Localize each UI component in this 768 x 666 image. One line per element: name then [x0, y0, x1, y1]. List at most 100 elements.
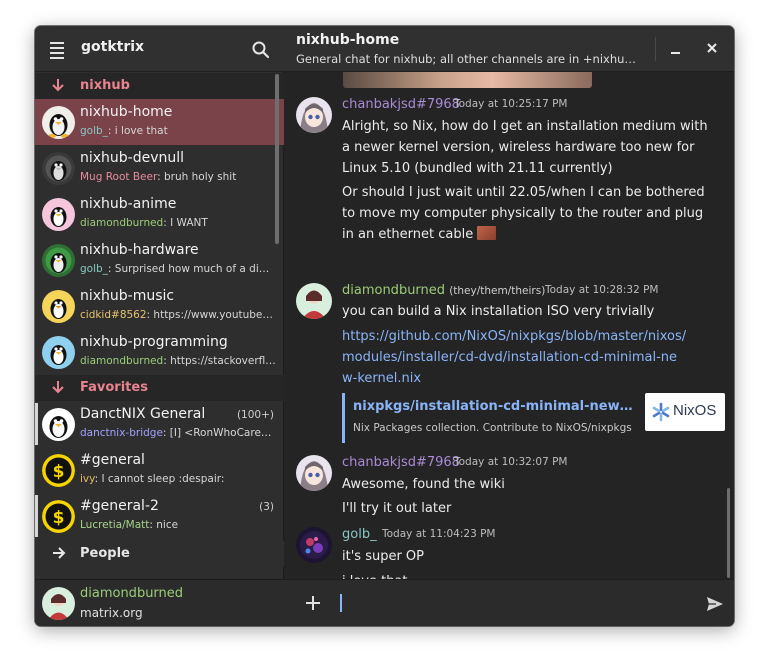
- message-sender: danctnix-bridge: [80, 427, 163, 439]
- message-body: you can build a Nix installation ISO ver…: [342, 304, 655, 319]
- nixos-logo: NixOS: [645, 393, 725, 431]
- room-name: DanctNIX General: [80, 406, 206, 422]
- message-body: Or should I just wait until 22.05/when I…: [342, 182, 712, 245]
- link-preview-card[interactable]: nixpkgs/installation-cd-minimal-new-kern…: [342, 393, 725, 443]
- user-avatar[interactable]: [296, 97, 332, 133]
- room-item-nixhub-home[interactable]: nixhub-home golb_: i love that: [35, 99, 284, 145]
- room-avatar: [42, 408, 75, 441]
- sender-name: diamondburned: [342, 283, 446, 298]
- hamburger-icon[interactable]: [47, 39, 69, 59]
- image-attachment[interactable]: [343, 72, 592, 88]
- user-avatar: [42, 587, 75, 620]
- message-link[interactable]: https://github.com/NixOS/nixpkgs/blob/ma…: [342, 326, 687, 389]
- message-timestamp: Today at 11:04:23 PM: [382, 528, 496, 540]
- room-item-nixhub-programming[interactable]: nixhub-programming diamondburned: https:…: [35, 329, 284, 375]
- app-title: gotktrix: [81, 39, 145, 55]
- room-name: nixhub-music: [80, 288, 175, 304]
- message-sender[interactable]: diamondburned (they/them/theirs): [342, 283, 545, 298]
- message-sender: diamondburned: [80, 355, 164, 367]
- message-sender: Mug Root Beer: [80, 171, 158, 183]
- user-avatar[interactable]: [296, 455, 332, 491]
- room-list: nixhub nixhub-home golb_: i love that ni…: [35, 73, 284, 578]
- link-preview-description: Nix Packages collection. Contribute to N…: [353, 422, 632, 434]
- user-avatar[interactable]: [296, 283, 332, 319]
- room-avatar: [42, 290, 75, 323]
- close-icon[interactable]: [702, 38, 722, 58]
- send-icon[interactable]: [705, 594, 725, 614]
- section-header-people[interactable]: People: [35, 541, 284, 567]
- message-text: : [I] <RonWhoCares> :): [162, 427, 276, 439]
- plus-icon[interactable]: [303, 593, 323, 613]
- room-name: nixhub-programming: [80, 334, 228, 350]
- room-last-message: danctnix-bridge: [I] <RonWhoCares> :): [80, 427, 276, 439]
- account-server: matrix.org: [80, 606, 143, 620]
- sender-pronouns: (they/them/theirs): [449, 285, 546, 297]
- room-item-nixhub-anime[interactable]: nixhub-anime diamondburned: I WANT: [35, 191, 284, 237]
- message-text: : https://stackoverflow.com/: [163, 355, 276, 367]
- room-item-nixhub-devnull[interactable]: nixhub-devnull Mug Root Beer: bruh holy …: [35, 145, 284, 191]
- room-last-message: diamondburned: I WANT: [80, 217, 276, 229]
- text-caret: [340, 594, 342, 612]
- unread-count: (100+): [236, 409, 274, 421]
- message-text: : https://www.youtube.com/watch: [146, 309, 276, 321]
- emoji-icon: [477, 226, 497, 240]
- room-header: nixhub-home General chat for nixhub; all…: [284, 26, 734, 72]
- section-header-favorites[interactable]: Favorites: [35, 375, 284, 401]
- section-label: People: [80, 546, 130, 561]
- room-item-nixhub-hardware[interactable]: nixhub-hardware golb_: Surprised how muc…: [35, 237, 284, 283]
- message-timestamp: Today at 10:32:07 PM: [454, 456, 568, 468]
- message-input[interactable]: [338, 590, 698, 616]
- message-sender: Lucretia/Matt: [80, 519, 150, 531]
- message-text: : bruh holy shit: [157, 171, 237, 183]
- room-item-nixhub-music[interactable]: nixhub-music cidkid#8562: https://www.yo…: [35, 283, 284, 329]
- message-body: Awesome, found the wiki: [342, 477, 505, 492]
- message-text: : nice: [149, 519, 179, 531]
- unread-count: (3): [259, 501, 274, 513]
- room-last-message: ivy: I cannot sleep :despair:: [80, 473, 276, 485]
- sidebar-scrollbar[interactable]: [275, 74, 279, 244]
- message-sender[interactable]: chanbakjsd#7968: [342, 455, 460, 470]
- room-avatar: [42, 336, 75, 369]
- message-body: Alright, so Nix, how do I get an install…: [342, 119, 708, 176]
- room-item-danctnix-general[interactable]: DanctNIX General (100+) danctnix-bridge:…: [35, 401, 284, 447]
- arrow-right-icon: [51, 545, 67, 565]
- message-text: : i love that: [107, 125, 168, 137]
- section-label: Favorites: [80, 380, 148, 395]
- sender-name: chanbakjsd#7968: [342, 455, 460, 470]
- room-last-message: cidkid#8562: https://www.youtube.com/wat…: [80, 309, 276, 321]
- room-avatar: [42, 106, 75, 139]
- room-avatar: $: [42, 454, 75, 487]
- chat-pane: nixhub-home General chat for nixhub; all…: [284, 26, 734, 626]
- message-sender: diamondburned: [80, 217, 164, 229]
- room-last-message: golb_: Surprised how much of a differenc…: [80, 263, 276, 275]
- user-avatar[interactable]: [296, 527, 332, 563]
- arrow-down-icon: [51, 77, 65, 97]
- message-text: : I WANT: [163, 217, 208, 229]
- message-sender: ivy: [80, 473, 95, 485]
- search-icon[interactable]: [250, 39, 272, 61]
- section-header-nixhub[interactable]: nixhub: [35, 73, 284, 99]
- room-avatar: [42, 152, 75, 185]
- sidebar-header: gotktrix: [35, 26, 284, 72]
- arrow-down-icon: [51, 379, 65, 399]
- room-name: nixhub-anime: [80, 196, 177, 212]
- room-last-message: diamondburned: https://stackoverflow.com…: [80, 355, 276, 367]
- room-item-general-2[interactable]: $ #general-2 (3) Lucretia/Matt: nice: [35, 493, 284, 539]
- room-item-general[interactable]: $ #general ivy: I cannot sleep :despair:: [35, 447, 284, 493]
- room-name: nixhub-home: [80, 104, 173, 120]
- minimize-icon[interactable]: [666, 40, 686, 60]
- timeline-scrollbar[interactable]: [727, 488, 730, 578]
- message-sender[interactable]: chanbakjsd#7968: [342, 97, 460, 112]
- room-last-message: golb_: i love that: [80, 125, 276, 137]
- account-footer[interactable]: diamondburned matrix.org: [35, 579, 284, 626]
- section-label: nixhub: [80, 78, 130, 93]
- link-preview-title[interactable]: nixpkgs/installation-cd-minimal-new-kern…: [353, 399, 635, 414]
- message-sender[interactable]: golb_: [342, 527, 377, 542]
- message-timeline: chanbakjsd#7968 Today at 10:25:17 PM Alr…: [284, 72, 734, 579]
- nixos-logo-text: NixOS: [673, 402, 717, 419]
- message-sender: golb_: [80, 263, 108, 275]
- message-timestamp: Today at 10:25:17 PM: [454, 98, 568, 110]
- sender-name: golb_: [342, 527, 377, 542]
- svg-text:$: $: [53, 508, 65, 528]
- room-avatar: [42, 198, 75, 231]
